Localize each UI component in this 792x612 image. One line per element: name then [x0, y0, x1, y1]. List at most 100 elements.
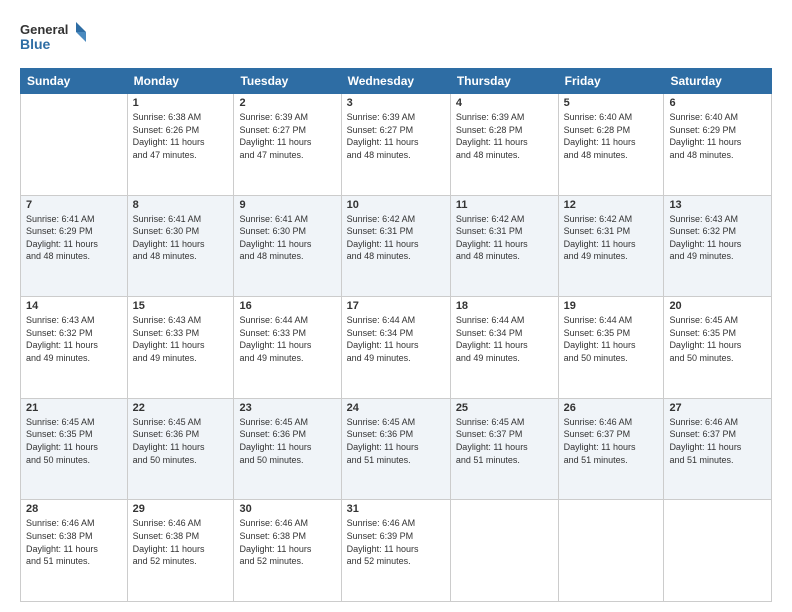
day-number: 8 [133, 199, 229, 211]
day-number: 10 [347, 199, 445, 211]
day-info: Sunrise: 6:45 AM Sunset: 6:35 PM Dayligh… [26, 416, 122, 466]
calendar-cell [664, 500, 772, 602]
calendar-cell: 10 Sunrise: 6:42 AM Sunset: 6:31 PM Dayli… [341, 195, 450, 297]
day-number: 31 [347, 503, 445, 515]
day-info: Sunrise: 6:39 AM Sunset: 6:28 PM Dayligh… [456, 111, 553, 161]
calendar-cell: 1Sunrise: 6:38 AM Sunset: 6:26 PM Daylig… [127, 94, 234, 196]
svg-text:General: General [20, 22, 68, 37]
calendar-cell [558, 500, 664, 602]
day-number: 25 [456, 402, 553, 414]
day-number: 14 [26, 300, 122, 312]
day-info: Sunrise: 6:39 AM Sunset: 6:27 PM Dayligh… [347, 111, 445, 161]
day-info: Sunrise: 6:41 AM Sunset: 6:29 PM Dayligh… [26, 213, 122, 263]
calendar-body: 1Sunrise: 6:38 AM Sunset: 6:26 PM Daylig… [21, 94, 772, 602]
calendar-cell: 30 Sunrise: 6:46 AM Sunset: 6:38 PM Dayli… [234, 500, 341, 602]
day-number: 19 [564, 300, 659, 312]
day-number: 13 [669, 199, 766, 211]
day-info: Sunrise: 6:41 AM Sunset: 6:30 PM Dayligh… [239, 213, 335, 263]
day-info: Sunrise: 6:42 AM Sunset: 6:31 PM Dayligh… [456, 213, 553, 263]
day-number: 16 [239, 300, 335, 312]
calendar-cell: 26Sunrise: 6:46 AM Sunset: 6:37 PM Dayli… [558, 398, 664, 500]
day-number: 5 [564, 97, 659, 109]
calendar-cell: 31 Sunrise: 6:46 AM Sunset: 6:39 PM Dayli… [341, 500, 450, 602]
day-info: Sunrise: 6:45 AM Sunset: 6:36 PM Dayligh… [347, 416, 445, 466]
calendar-cell: 17 Sunrise: 6:44 AM Sunset: 6:34 PM Dayli… [341, 297, 450, 399]
day-info: Sunrise: 6:42 AM Sunset: 6:31 PM Dayligh… [347, 213, 445, 263]
day-info: Sunrise: 6:44 AM Sunset: 6:34 PM Dayligh… [347, 314, 445, 364]
calendar-cell: 20Sunrise: 6:45 AM Sunset: 6:35 PM Dayli… [664, 297, 772, 399]
dow-header: Monday [127, 69, 234, 94]
calendar-cell: 21 Sunrise: 6:45 AM Sunset: 6:35 PM Dayli… [21, 398, 128, 500]
calendar-week-row: 14 Sunrise: 6:43 AM Sunset: 6:32 PM Dayli… [21, 297, 772, 399]
logo: General Blue [20, 18, 90, 58]
day-number: 30 [239, 503, 335, 515]
day-info: Sunrise: 6:43 AM Sunset: 6:32 PM Dayligh… [669, 213, 766, 263]
day-number: 18 [456, 300, 553, 312]
day-number: 2 [239, 97, 335, 109]
day-info: Sunrise: 6:44 AM Sunset: 6:35 PM Dayligh… [564, 314, 659, 364]
day-info: Sunrise: 6:46 AM Sunset: 6:39 PM Dayligh… [347, 517, 445, 567]
day-number: 15 [133, 300, 229, 312]
calendar-cell [450, 500, 558, 602]
calendar-cell: 22 Sunrise: 6:45 AM Sunset: 6:36 PM Dayli… [127, 398, 234, 500]
calendar-week-row: 28 Sunrise: 6:46 AM Sunset: 6:38 PM Dayli… [21, 500, 772, 602]
day-number: 27 [669, 402, 766, 414]
calendar-week-row: 21 Sunrise: 6:45 AM Sunset: 6:35 PM Dayli… [21, 398, 772, 500]
calendar-cell: 8 Sunrise: 6:41 AM Sunset: 6:30 PM Daylig… [127, 195, 234, 297]
dow-header: Tuesday [234, 69, 341, 94]
day-number: 11 [456, 199, 553, 211]
day-info: Sunrise: 6:44 AM Sunset: 6:34 PM Dayligh… [456, 314, 553, 364]
calendar-week-row: 1Sunrise: 6:38 AM Sunset: 6:26 PM Daylig… [21, 94, 772, 196]
day-info: Sunrise: 6:40 AM Sunset: 6:28 PM Dayligh… [564, 111, 659, 161]
calendar-cell: 12 Sunrise: 6:42 AM Sunset: 6:31 PM Dayli… [558, 195, 664, 297]
day-number: 21 [26, 402, 122, 414]
day-info: Sunrise: 6:42 AM Sunset: 6:31 PM Dayligh… [564, 213, 659, 263]
calendar-cell [21, 94, 128, 196]
dow-header: Wednesday [341, 69, 450, 94]
day-info: Sunrise: 6:45 AM Sunset: 6:37 PM Dayligh… [456, 416, 553, 466]
days-of-week-row: SundayMondayTuesdayWednesdayThursdayFrid… [21, 69, 772, 94]
day-info: Sunrise: 6:46 AM Sunset: 6:37 PM Dayligh… [669, 416, 766, 466]
calendar-cell: 11 Sunrise: 6:42 AM Sunset: 6:31 PM Dayli… [450, 195, 558, 297]
day-number: 4 [456, 97, 553, 109]
day-number: 24 [347, 402, 445, 414]
calendar-cell: 29Sunrise: 6:46 AM Sunset: 6:38 PM Dayli… [127, 500, 234, 602]
day-info: Sunrise: 6:39 AM Sunset: 6:27 PM Dayligh… [239, 111, 335, 161]
calendar-week-row: 7Sunrise: 6:41 AM Sunset: 6:29 PM Daylig… [21, 195, 772, 297]
page: General Blue SundayMondayTuesdayWednesda… [0, 0, 792, 612]
logo-svg: General Blue [20, 18, 90, 58]
day-info: Sunrise: 6:44 AM Sunset: 6:33 PM Dayligh… [239, 314, 335, 364]
day-number: 28 [26, 503, 122, 515]
calendar-cell: 14 Sunrise: 6:43 AM Sunset: 6:32 PM Dayli… [21, 297, 128, 399]
calendar-cell: 23Sunrise: 6:45 AM Sunset: 6:36 PM Dayli… [234, 398, 341, 500]
day-info: Sunrise: 6:41 AM Sunset: 6:30 PM Dayligh… [133, 213, 229, 263]
day-number: 23 [239, 402, 335, 414]
calendar-cell: 2 Sunrise: 6:39 AM Sunset: 6:27 PM Daylig… [234, 94, 341, 196]
day-info: Sunrise: 6:46 AM Sunset: 6:38 PM Dayligh… [26, 517, 122, 567]
day-info: Sunrise: 6:43 AM Sunset: 6:32 PM Dayligh… [26, 314, 122, 364]
dow-header: Friday [558, 69, 664, 94]
calendar-cell: 28 Sunrise: 6:46 AM Sunset: 6:38 PM Dayli… [21, 500, 128, 602]
day-info: Sunrise: 6:40 AM Sunset: 6:29 PM Dayligh… [669, 111, 766, 161]
dow-header: Thursday [450, 69, 558, 94]
calendar-table: SundayMondayTuesdayWednesdayThursdayFrid… [20, 68, 772, 602]
day-number: 17 [347, 300, 445, 312]
svg-text:Blue: Blue [20, 36, 51, 52]
calendar-cell: 13 Sunrise: 6:43 AM Sunset: 6:32 PM Dayli… [664, 195, 772, 297]
calendar-cell: 25 Sunrise: 6:45 AM Sunset: 6:37 PM Dayli… [450, 398, 558, 500]
day-number: 29 [133, 503, 229, 515]
header: General Blue [20, 18, 772, 58]
day-number: 20 [669, 300, 766, 312]
calendar-cell: 6Sunrise: 6:40 AM Sunset: 6:29 PM Daylig… [664, 94, 772, 196]
day-info: Sunrise: 6:45 AM Sunset: 6:36 PM Dayligh… [133, 416, 229, 466]
day-info: Sunrise: 6:43 AM Sunset: 6:33 PM Dayligh… [133, 314, 229, 364]
dow-header: Sunday [21, 69, 128, 94]
calendar-cell: 3 Sunrise: 6:39 AM Sunset: 6:27 PM Daylig… [341, 94, 450, 196]
day-number: 3 [347, 97, 445, 109]
day-number: 12 [564, 199, 659, 211]
calendar-cell: 7Sunrise: 6:41 AM Sunset: 6:29 PM Daylig… [21, 195, 128, 297]
day-info: Sunrise: 6:46 AM Sunset: 6:38 PM Dayligh… [239, 517, 335, 567]
day-number: 22 [133, 402, 229, 414]
calendar-cell: 15 Sunrise: 6:43 AM Sunset: 6:33 PM Dayli… [127, 297, 234, 399]
day-number: 1 [133, 97, 229, 109]
